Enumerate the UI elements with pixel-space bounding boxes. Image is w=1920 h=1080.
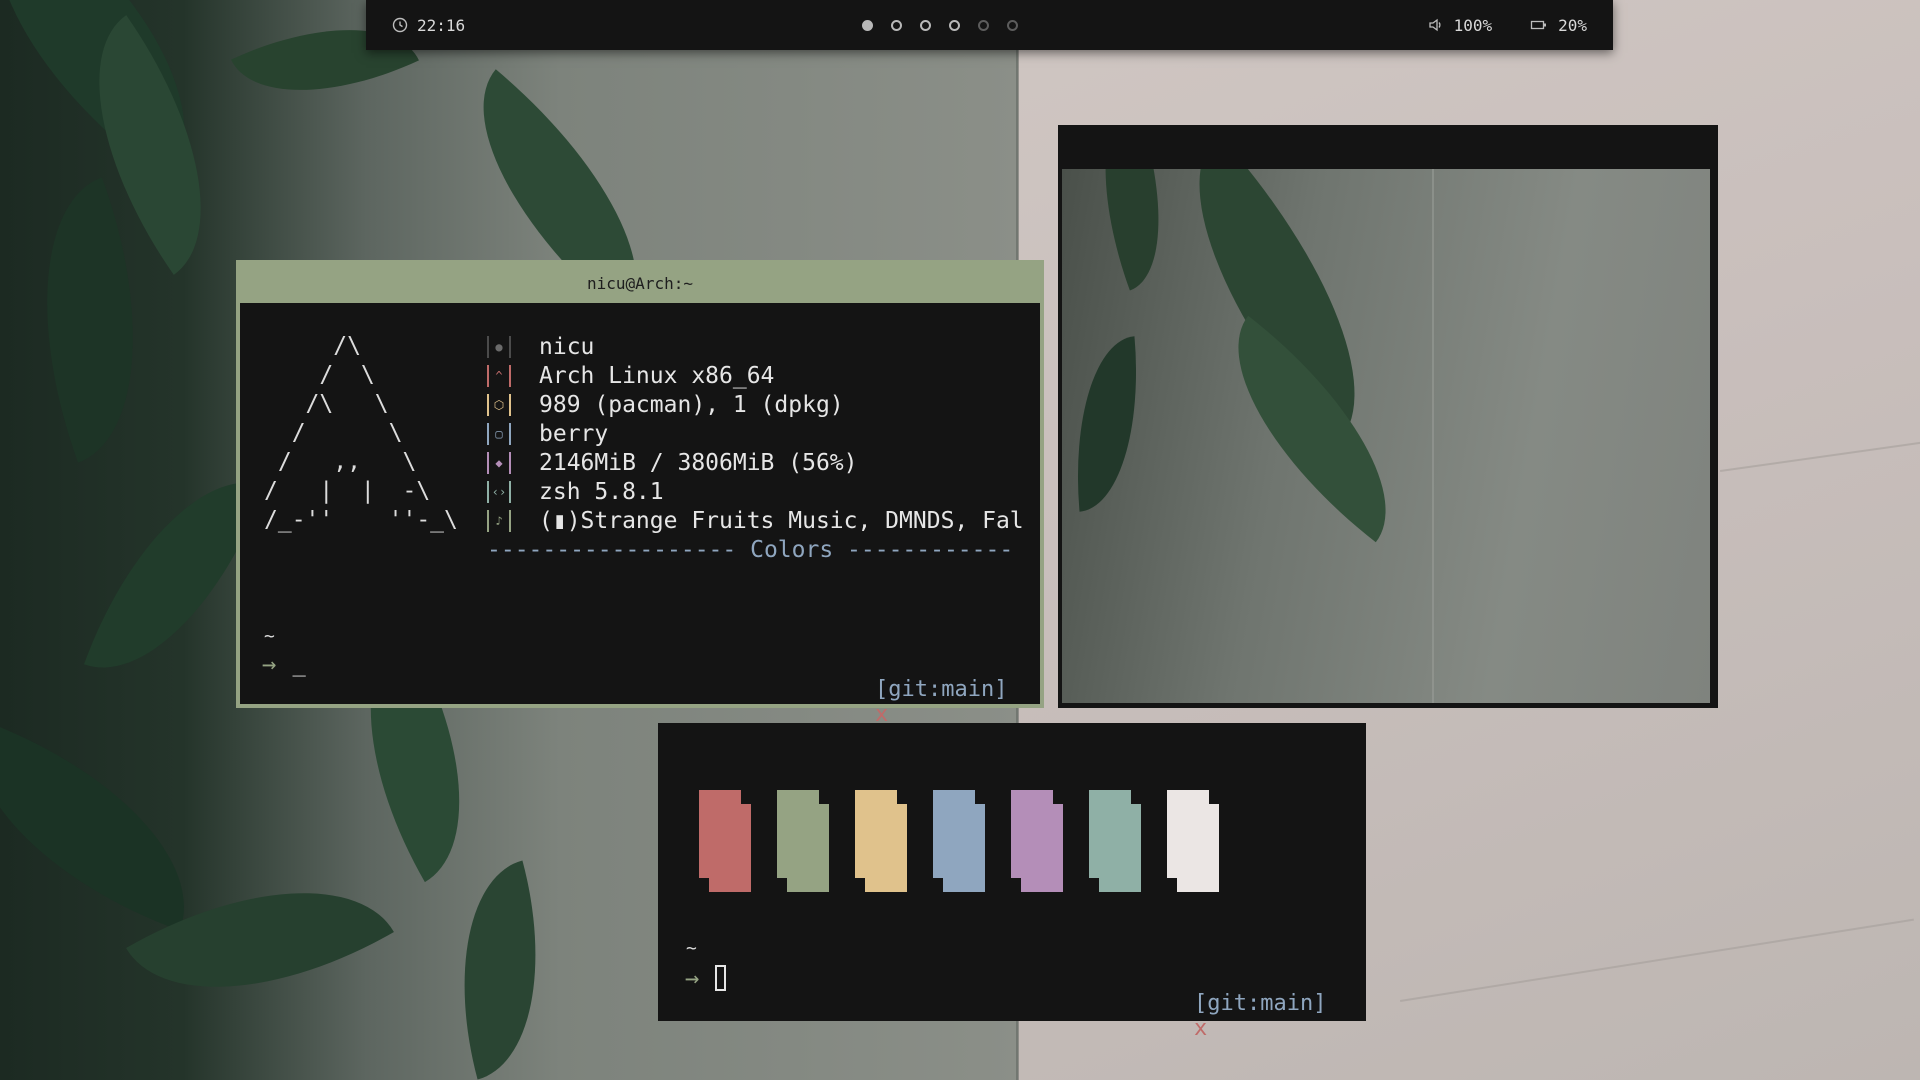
system-info-list: ● nicu ^ Arch Linux x86_64 ⬡ 989 (pacman), 1 … [487,332,1024,535]
system-info-row: ‹› zsh 5.8.1 [487,477,1024,506]
system-info-row: ^ Arch Linux x86_64 [487,361,1024,390]
block-cursor [715,965,727,991]
color-swatch [699,790,751,892]
workspace-5-indicator[interactable] [978,19,989,31]
status-bar: 22:16 100% 20% [366,0,1613,50]
system-info-row: ⬡ 989 (pacman), 1 (dpkg) [487,390,1024,419]
prompt-directory: ~ [686,938,697,959]
preview-leaf [1068,169,1196,291]
system-info-value: zsh 5.8.1 [539,478,664,505]
clock-icon [392,17,408,33]
system-info-row: ◆ 2146MiB / 3806MiB (56%) [487,448,1024,477]
battery-icon [1530,20,1547,30]
arch-ascii-logo: /\ / \ /\ \ / \ / ,, \ / | | -\ /_-'' ''… [264,333,458,533]
window-icon: ▢ [487,422,511,445]
terminal-window-colors[interactable]: ~ → [git:main] x [658,723,1366,1041]
color-swatch [1089,790,1141,892]
git-status: [git:main] x [1141,966,1326,1066]
workspace-4-indicator[interactable] [949,19,960,31]
window-titlebar[interactable]: nicu@Arch:~ [240,264,1040,303]
prompt-arrow-icon: → [262,650,277,678]
prompt-arrow-icon: → [685,964,700,992]
battery-level: 20% [1558,15,1587,35]
user-icon: ● [487,335,511,358]
color-swatch [777,790,829,892]
colors-divider: ------------------ Colors ------------ [487,537,1014,563]
prompt-directory: ~ [264,626,275,647]
memory-icon: ◆ [487,451,511,474]
workspace-3-indicator[interactable] [920,19,931,31]
clock-time: 22:16 [417,15,466,35]
system-info-value: berry [539,420,609,447]
color-swatch [933,790,985,892]
speaker-icon[interactable] [1428,17,1444,33]
color-swatch [1011,790,1063,892]
clock-module: 22:16 [392,0,465,50]
workspace-indicators [862,0,1018,50]
window-title: nicu@Arch:~ [587,274,693,293]
workspace-1-indicator[interactable] [862,19,873,31]
shell-icon: ‹› [487,480,511,503]
system-info-value: 989 (pacman), 1 (dpkg) [539,391,844,418]
image-viewer-window[interactable] [1058,125,1718,708]
system-info-row: ● nicu [487,332,1024,361]
git-branch: [git:main] [1193,991,1327,1016]
terminal-window-neofetch[interactable]: nicu@Arch:~ /\ / \ /\ \ / \ / ,, \ / | |… [236,260,1044,727]
arch-icon: ^ [487,364,511,387]
shell-prompt[interactable]: → [685,964,727,992]
system-info-value: 2146MiB / 3806MiB (56%) [539,449,858,476]
system-info-value: nicu [539,333,595,360]
color-swatch [855,790,907,892]
shell-prompt[interactable]: → _ [262,650,306,678]
package-icon: ⬡ [487,393,511,416]
git-branch: [git:main] [874,677,1008,702]
text-cursor: _ [292,651,306,677]
system-info-row: ♪ (▮)Strange Fruits Music, DMNDS, Fal [487,506,1024,535]
music-icon: ♪ [487,509,511,532]
preview-leaf [1064,336,1150,512]
git-dirty-indicator: x [1193,1016,1208,1041]
system-info-value: Arch Linux x86_64 [539,362,775,389]
volume-level[interactable]: 100% [1454,16,1493,35]
color-swatch [1167,790,1219,892]
workspace-6-indicator[interactable] [1007,19,1018,31]
workspace-2-indicator[interactable] [891,19,902,31]
system-info-row: ▢ berry [487,419,1024,448]
system-tray: 100% 20% [1428,0,1587,50]
system-info-value: (▮)Strange Fruits Music, DMNDS, Fal [539,507,1024,534]
wallpaper-preview-image [1062,169,1710,703]
preview-seam [1432,169,1434,703]
